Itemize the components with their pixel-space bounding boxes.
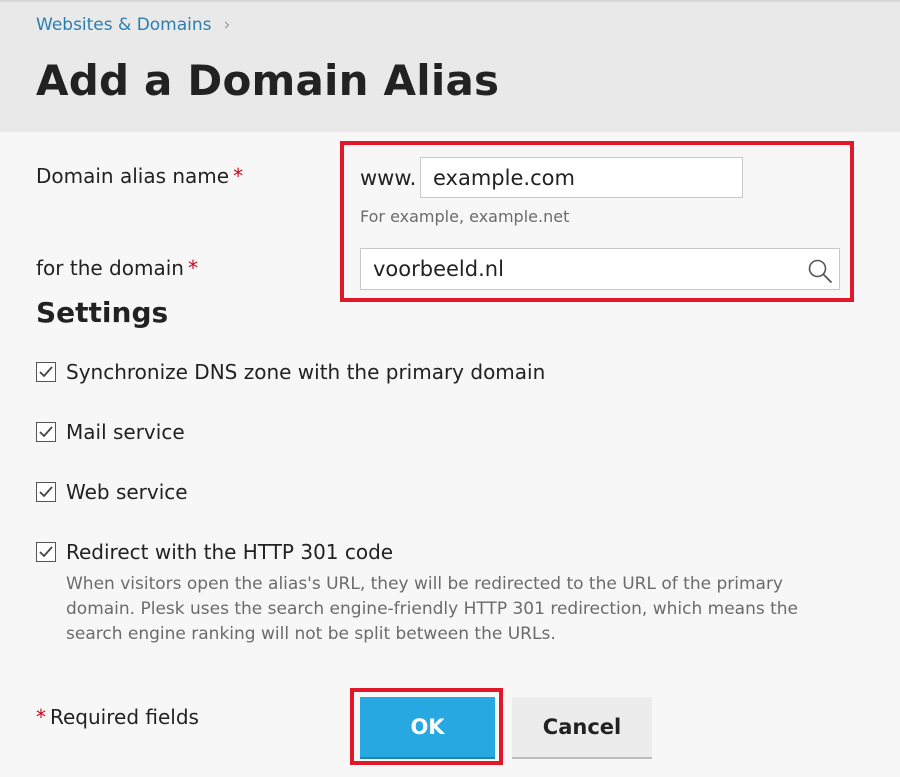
option-label: Synchronize DNS zone with the primary do… <box>66 360 546 384</box>
alias-name-input[interactable]: example.com <box>420 157 743 198</box>
option-redirect-301[interactable]: Redirect with the HTTP 301 code <box>36 540 393 564</box>
alias-hint: For example, example.net <box>360 207 570 226</box>
domain-label: for the domain * <box>36 256 198 280</box>
required-mark: * <box>36 705 46 729</box>
option-sync-dns[interactable]: Synchronize DNS zone with the primary do… <box>36 360 545 384</box>
checkbox-web-service[interactable] <box>36 482 56 502</box>
page-header: Websites & Domains › Add a Domain Alias <box>0 0 900 132</box>
redirect-description: When visitors open the alias's URL, they… <box>66 574 799 644</box>
ok-button[interactable]: OK <box>360 697 495 757</box>
required-mark: * <box>187 256 198 280</box>
option-web-service[interactable]: Web service <box>36 480 188 504</box>
required-note-text: Required fields <box>50 705 199 729</box>
required-fields-note: * Required fields <box>36 705 199 729</box>
option-label: Redirect with the HTTP 301 code <box>66 540 394 564</box>
alias-name-value: example.com <box>433 165 575 190</box>
domain-select-input[interactable]: voorbeeld.nl <box>360 248 840 290</box>
domain-label-text: for the domain <box>36 256 184 280</box>
alias-name-label-text: Domain alias name <box>36 164 230 188</box>
cancel-button[interactable]: Cancel <box>512 697 652 757</box>
chevron-right-icon: › <box>223 15 231 35</box>
page-title: Add a Domain Alias <box>36 56 500 105</box>
checkbox-mail-service[interactable] <box>36 422 56 442</box>
breadcrumb: Websites & Domains › <box>36 15 230 35</box>
search-icon[interactable] <box>807 258 833 284</box>
domain-value: voorbeeld.nl <box>373 257 504 281</box>
breadcrumb-link-websites-domains[interactable]: Websites & Domains <box>36 15 212 35</box>
checkbox-redirect-301[interactable] <box>36 542 56 562</box>
option-label: Web service <box>66 480 188 504</box>
required-mark: * <box>233 164 244 188</box>
option-mail-service[interactable]: Mail service <box>36 420 185 444</box>
settings-heading: Settings <box>36 296 169 329</box>
checkbox-sync-dns[interactable] <box>36 362 56 382</box>
option-label: Mail service <box>66 420 185 444</box>
alias-name-label: Domain alias name * <box>36 164 243 188</box>
www-prefix: www. <box>360 166 417 190</box>
